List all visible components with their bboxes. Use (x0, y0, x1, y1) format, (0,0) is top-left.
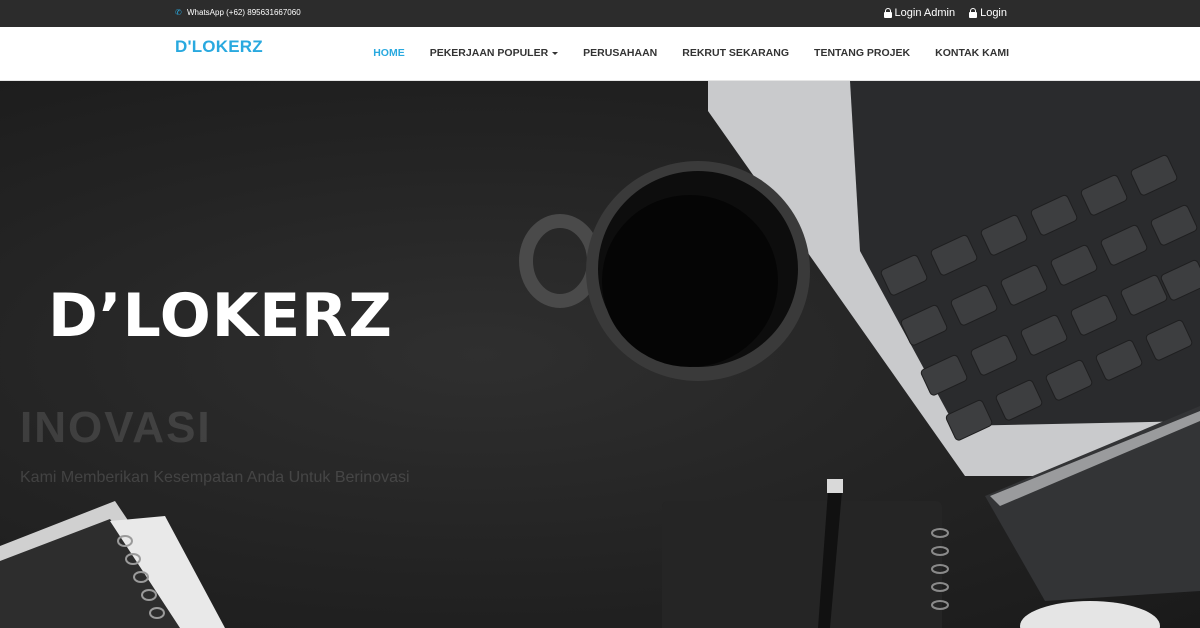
nav-home-label: HOME (373, 47, 405, 59)
login-links: Login Admin Login (883, 7, 1007, 19)
nav-tentang-projek-label: TENTANG PROJEK (814, 47, 911, 59)
whatsapp-contact[interactable]: ✆ WhatsApp (+62) 895631667060 (175, 8, 301, 17)
login-link[interactable]: Login (969, 7, 1007, 19)
nav-kontak-kami-label: KONTAK KAMI (935, 47, 1009, 59)
nav-perusahaan[interactable]: PERUSAHAAN (583, 47, 657, 59)
hero-background-image (0, 81, 1200, 628)
top-bar: ✆ WhatsApp (+62) 895631667060 Login Admi… (0, 0, 1200, 27)
login-admin-label: Login Admin (894, 7, 956, 19)
nav-perusahaan-label: PERUSAHAAN (583, 47, 658, 59)
nav-rekrut-sekarang-label: REKRUT SEKARANG (682, 47, 790, 59)
login-admin-link[interactable]: Login Admin (883, 7, 956, 19)
notebooks-left-illustration (0, 501, 225, 628)
hero-banner: D’LOKERZ INOVASI Kami Memberikan Kesempa… (0, 81, 1200, 628)
whatsapp-number: WhatsApp (+62) 895631667060 (187, 8, 301, 17)
phone-icon: ✆ (175, 7, 182, 17)
cup-illustration (1020, 601, 1160, 628)
lock-icon (969, 8, 978, 18)
brand-logo[interactable]: D'LOKERZ (175, 37, 263, 57)
hero-title: D’LOKERZ (48, 281, 393, 351)
nav-kontak-kami[interactable]: KONTAK KAMI (935, 47, 1009, 59)
nav-pekerjaan-populer[interactable]: PEKERJAAN POPULER (429, 47, 559, 59)
nav-pekerjaan-populer-label: PEKERJAAN POPULER (429, 47, 549, 59)
coffee-mug-illustration (519, 161, 810, 381)
main-navbar: D'LOKERZ HOME PEKERJAAN POPULER PERUSAHA… (0, 27, 1200, 81)
nav-home[interactable]: HOME (373, 47, 405, 59)
chevron-down-icon (552, 51, 559, 55)
nav-tentang-projek[interactable]: TENTANG PROJEK (814, 47, 910, 59)
hero-description: Kami Memberikan Kesempatan Anda Untuk Be… (20, 469, 410, 486)
lock-icon (883, 8, 892, 18)
nav-rekrut-sekarang[interactable]: REKRUT SEKARANG (682, 47, 789, 59)
hero-subtitle: INOVASI (20, 403, 212, 452)
notebook-illustration (662, 479, 949, 628)
login-label: Login (980, 7, 1007, 19)
main-menu: HOME PEKERJAAN POPULER PERUSAHAAN REKRUT… (373, 47, 1009, 59)
